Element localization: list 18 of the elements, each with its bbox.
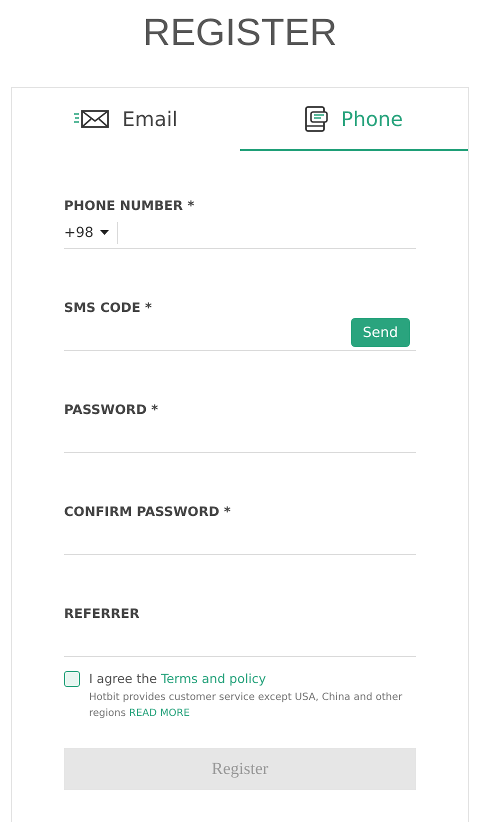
service-note: Hotbit provides customer service except USA, China and other regions READ MORE bbox=[89, 691, 404, 721]
send-button[interactable]: Send bbox=[350, 318, 410, 347]
field-label: PASSWORD * bbox=[64, 402, 160, 420]
field-label: PHONE NUMBER * bbox=[64, 198, 196, 216]
phone-field[interactable]: +98 bbox=[64, 217, 416, 249]
country-code-dropdown[interactable]: +98 bbox=[64, 222, 118, 244]
page-title: REGISTER bbox=[142, 11, 338, 56]
field-label: REFERRER bbox=[64, 606, 141, 624]
phone-message-icon bbox=[305, 106, 330, 132]
envelope-icon bbox=[74, 108, 110, 128]
agreement-text: I agree the Terms and policy bbox=[89, 670, 268, 688]
terms-link[interactable]: Terms and policy bbox=[160, 671, 266, 686]
sms-code-field[interactable]: Send bbox=[64, 315, 416, 351]
field-label: SMS CODE * bbox=[64, 300, 153, 318]
field-label: CONFIRM PASSWORD * bbox=[64, 504, 232, 522]
read-more-link[interactable]: READ MORE bbox=[129, 708, 190, 719]
agree-checkbox[interactable] bbox=[64, 671, 80, 687]
caret-icon bbox=[100, 230, 109, 235]
